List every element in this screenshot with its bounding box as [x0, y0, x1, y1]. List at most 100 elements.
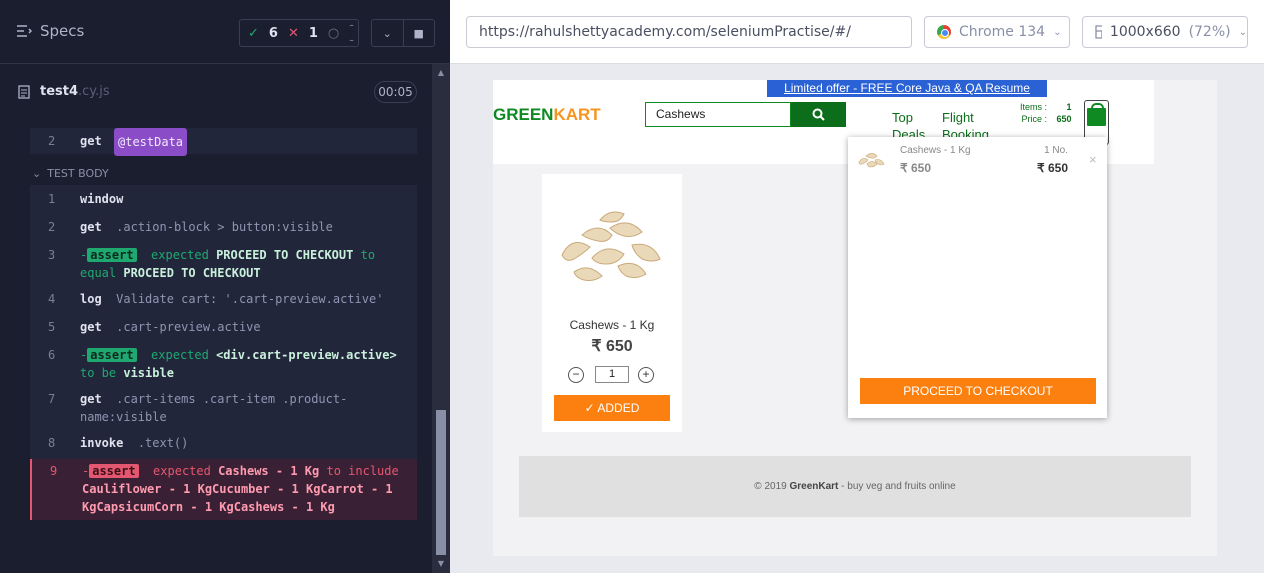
offer-banner[interactable]: Limited offer - FREE Core Java & QA Resu…: [767, 80, 1047, 112]
product-price: ₹ 650: [591, 338, 633, 355]
spec-file-name: test4: [40, 84, 79, 99]
price-label: Price: [1021, 114, 1042, 124]
command-row[interactable]: 7 get .cart-items .cart-item .product-na…: [30, 387, 417, 431]
test-stats: ✓ 6 ✕ 1 ○ --: [239, 18, 359, 48]
spec-duration: 00:05: [374, 81, 417, 103]
scroll-up-icon[interactable]: ▲: [436, 68, 446, 78]
command-name: log: [80, 292, 102, 306]
cart-item-price: ₹ 650: [900, 161, 931, 175]
command-number: 5: [48, 320, 56, 334]
cart-item-image: [858, 153, 885, 168]
chevron-down-icon[interactable]: ⌄: [372, 20, 403, 46]
assert-badge: assert: [89, 464, 139, 478]
stop-icon[interactable]: ■: [402, 20, 435, 46]
pending-icon: ○: [327, 25, 340, 41]
footer-tagline: - buy veg and fruits online: [841, 481, 956, 492]
cart-item-name: Cashews - 1 Kg: [900, 145, 971, 156]
command-number: 6: [48, 348, 56, 362]
search-icon: [812, 108, 825, 121]
greenkart-logo[interactable]: GREENKART: [493, 105, 601, 125]
test-body-header[interactable]: ⌄ TEST BODY: [32, 167, 109, 180]
command-number: 2: [48, 134, 56, 148]
specs-toggle[interactable]: Specs: [16, 22, 84, 40]
command-name: get: [80, 320, 102, 334]
command-row-failed[interactable]: 9 - assert expected Cashews - 1 Kg to inc…: [30, 459, 417, 520]
chevron-down-icon: ⌄: [1053, 26, 1062, 38]
assert-text: to include: [326, 464, 399, 478]
search-input[interactable]: Cashews: [645, 102, 791, 127]
pending-count: --: [349, 18, 354, 48]
chrome-icon: [937, 25, 951, 39]
cashew-image: [561, 211, 661, 281]
search-button[interactable]: [791, 102, 846, 127]
items-label: Items: [1019, 102, 1042, 112]
scrollbar-thumb[interactable]: [436, 410, 446, 555]
command-number: 1: [48, 192, 56, 206]
command-row[interactable]: 2 get .action-block > button:visible: [30, 213, 417, 241]
logo-green: GREEN: [493, 105, 554, 124]
footer-copyright: © 2019: [754, 481, 787, 492]
command-row[interactable]: 2 get @testData: [30, 128, 417, 156]
assert-badge: assert: [87, 348, 137, 362]
command-number: 8: [48, 436, 56, 450]
command-row[interactable]: 8 invoke .text(): [30, 431, 417, 459]
cart-bag-icon: [1087, 103, 1106, 126]
cart-info: Items : 1 Price : 650: [1010, 101, 1072, 125]
alias-badge: @testData: [114, 128, 188, 156]
url-field[interactable]: https://rahulshettyacademy.com/seleniumP…: [466, 16, 912, 48]
assert-value: <div.cart-preview.active>: [216, 348, 397, 362]
assert-value: Cauliflower - 1 KgCucumber - 1 KgCarrot …: [82, 482, 393, 514]
assert-text: to: [360, 248, 376, 262]
command-row[interactable]: 5 get .cart-preview.active: [30, 313, 417, 341]
proceed-to-checkout-button[interactable]: PROCEED TO CHECKOUT: [860, 378, 1096, 404]
quantity-input[interactable]: 1: [595, 366, 629, 383]
viewport-size: 1000x660: [1109, 24, 1181, 40]
assert-text: to be: [80, 366, 117, 380]
viewport-info[interactable]: 1000x660 (72%) ⌄: [1082, 16, 1248, 48]
command-arg: .action-block > button:visible: [116, 220, 333, 234]
browser-name: Chrome 134: [959, 24, 1046, 40]
cart-item-quantity: 1 No.: [1044, 145, 1068, 156]
command-number: 3: [48, 248, 56, 262]
added-button[interactable]: ✓ ADDED: [554, 395, 670, 421]
command-name: get: [80, 134, 102, 148]
failed-icon: ✕: [287, 25, 299, 41]
increment-button[interactable]: +: [638, 367, 654, 383]
assert-value: Cashews - 1 Kg: [218, 464, 320, 478]
nav-top-deals-line: Top: [892, 110, 913, 125]
file-icon: [18, 85, 30, 99]
command-name: get: [80, 220, 102, 234]
assert-text: expected: [151, 348, 209, 362]
command-arg: Validate cart: '.cart-preview.active': [116, 292, 384, 306]
cart-item-amount: ₹ 650: [1037, 161, 1068, 175]
cart-preview: [848, 137, 1107, 418]
chevron-down-icon: ⌄: [32, 167, 42, 180]
command-name: invoke: [80, 436, 124, 450]
decrement-button[interactable]: −: [568, 367, 584, 383]
specs-list-icon: [17, 25, 32, 37]
items-count: 1: [1066, 102, 1072, 112]
command-arg: .cart-items .cart-item .product-name:vis…: [80, 392, 348, 424]
command-name: get: [80, 392, 102, 406]
close-icon[interactable]: ×: [1089, 152, 1097, 167]
assert-text: equal: [80, 266, 117, 280]
nav-flight-line: Flight: [942, 110, 974, 125]
scroll-down-icon[interactable]: ▼: [436, 559, 446, 569]
failed-count: 1: [308, 25, 318, 41]
spec-file[interactable]: test4.cy.js: [18, 84, 110, 99]
assert-value: PROCEED TO CHECKOUT: [216, 248, 354, 262]
passed-icon: ✓: [248, 25, 259, 41]
command-arg: .text(): [137, 436, 189, 450]
spec-file-ext: .cy.js: [78, 84, 110, 99]
test-body-label: TEST BODY: [47, 167, 109, 180]
specs-label: Specs: [40, 22, 85, 40]
passed-count: 6: [268, 25, 278, 41]
browser-selector[interactable]: Chrome 134 ⌄: [924, 16, 1070, 48]
command-row[interactable]: 3 - assert expected PROCEED TO CHECKOUT t…: [30, 241, 417, 287]
command-row[interactable]: 4 log Validate cart: '.cart-preview.acti…: [30, 287, 417, 313]
product-name: Cashews - 1 Kg: [569, 318, 655, 332]
command-row[interactable]: 1 window: [30, 185, 417, 213]
chevron-down-icon: ⌄: [1238, 26, 1247, 38]
price-total: 650: [1056, 114, 1072, 124]
command-row[interactable]: 6 - assert expected <div.cart-preview.act…: [30, 341, 417, 387]
